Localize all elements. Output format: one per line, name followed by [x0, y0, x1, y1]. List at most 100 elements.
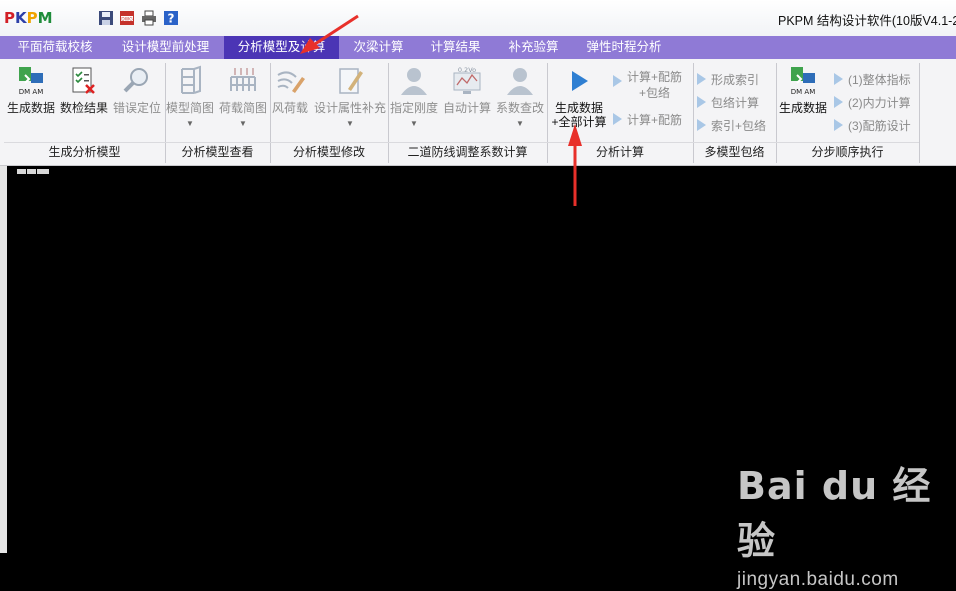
compute-reinforce-envelope-line1: 计算+配筋: [627, 70, 683, 84]
design-attr-dropdown-icon[interactable]: ▼: [312, 117, 388, 131]
envelope-compute-label: 包络计算: [711, 96, 760, 110]
group-generate-model-label: 生成分析模型: [4, 142, 165, 161]
group-multi-model-label: 多模型包络: [693, 142, 776, 161]
form-index-label: 形成索引: [711, 73, 760, 87]
overall-index-label: (1)整体指标: [848, 73, 911, 87]
coef-query-label: 系数查改: [495, 101, 544, 115]
auto-compute-button[interactable]: 0.2Vo 自动计算: [441, 65, 493, 115]
generate-data-label: 生成数据: [6, 101, 55, 115]
error-locate-label: 错误定位: [112, 101, 161, 115]
tab-design-model-preprocess[interactable]: 设计模型前处理: [108, 36, 223, 59]
generate-data-all-compute-button[interactable]: 生成数据 +全部计算: [549, 65, 609, 129]
play-small-icon: [697, 96, 706, 108]
play-icon: [572, 71, 588, 91]
load-sketch-dropdown-icon[interactable]: ▼: [217, 117, 269, 131]
step-generate-data-label: 生成数据: [778, 101, 827, 115]
error-locate-button[interactable]: 错误定位: [111, 65, 163, 115]
monitor-graph-icon: 0.2Vo: [453, 66, 481, 94]
group-model-modify: 风荷载 设计属性补充 ▼ 分析模型修改: [270, 63, 389, 163]
coef-query-button[interactable]: 系数查改 ▼: [494, 65, 546, 131]
step-generate-data-button[interactable]: DM AM 生成数据: [776, 65, 830, 115]
window-title: PKPM 结构设计软件(10版V4.1-2: [778, 14, 956, 28]
help-icon[interactable]: ?: [163, 10, 179, 26]
design-attr-supplement-button[interactable]: 设计属性补充 ▼: [312, 65, 388, 131]
person-icon: [401, 68, 427, 95]
canvas-view-tabs[interactable]: [17, 169, 49, 174]
ribbon-tab-bar: 平面荷载校核 设计模型前处理 分析模型及计算 次梁计算 计算结果 补充验算 弹性…: [0, 36, 956, 59]
play-small-icon: [834, 119, 843, 131]
svg-text:DWG: DWG: [121, 17, 133, 23]
generate-data-label-line1: 生成数据: [554, 101, 603, 115]
document-edit-icon: [339, 68, 363, 94]
tab-secondary-beam[interactable]: 次梁计算: [341, 36, 416, 59]
reinforce-design-button[interactable]: (3)配筋设计: [834, 117, 911, 134]
load-frame-icon: [230, 68, 256, 91]
play-small-icon: [834, 96, 843, 108]
group-second-defense: 指定刚度 ▼ 0.2Vo 自动计算 系数查改 ▼ 二道防线调整系数计算: [388, 63, 548, 163]
compute-reinforce-envelope-button[interactable]: 计算+配筋 +包络: [613, 69, 682, 101]
index-envelope-button[interactable]: 索引+包络: [697, 117, 766, 134]
wind-load-button[interactable]: 风荷载: [270, 65, 310, 115]
checklist-icon: [72, 67, 95, 94]
coef-query-dropdown-icon[interactable]: ▼: [494, 117, 546, 131]
internal-force-label: (2)内力计算: [848, 96, 911, 110]
group-multi-model-envelope: 形成索引 包络计算 索引+包络 多模型包络: [693, 63, 777, 163]
tab-supplement-check[interactable]: 补充验算: [496, 36, 571, 59]
watermark-brand: Bai du 经验: [737, 464, 932, 563]
index-envelope-label: 索引+包络: [711, 119, 767, 133]
view-tab[interactable]: [27, 169, 36, 174]
view-tab[interactable]: [17, 169, 26, 174]
group-model-view-label: 分析模型查看: [165, 142, 270, 161]
envelope-compute-button[interactable]: 包络计算: [697, 94, 759, 111]
form-index-button[interactable]: 形成索引: [697, 71, 759, 88]
data-check-result-button[interactable]: 数检结果: [59, 65, 109, 115]
play-small-icon: [697, 119, 706, 131]
person-icon: [507, 68, 533, 95]
compute-reinforce-envelope-line2: +包络: [639, 86, 671, 100]
pkpm-logo: PKPM: [4, 9, 53, 27]
frame-model-icon: [181, 65, 201, 94]
tab-analysis-model-compute[interactable]: 分析模型及计算: [224, 36, 339, 59]
watermark-url: jingyan.baidu.com: [737, 569, 899, 590]
all-compute-label-line2: +全部计算: [551, 115, 607, 129]
reinforce-design-label: (3)配筋设计: [848, 119, 911, 133]
model-sketch-button[interactable]: 模型简图 ▼: [165, 65, 215, 131]
group-analysis-compute: 生成数据 +全部计算 计算+配筋 +包络 计算+配筋 分析计算: [547, 63, 694, 163]
dwg-export-icon[interactable]: DWG: [119, 10, 135, 26]
internal-force-button[interactable]: (2)内力计算: [834, 94, 911, 111]
group-analysis-compute-label: 分析计算: [547, 142, 693, 161]
assign-stiffness-button[interactable]: 指定刚度 ▼: [388, 65, 440, 131]
generate-data-button[interactable]: DM AM 生成数据: [6, 65, 56, 115]
group-generate-model: DM AM 生成数据 数检结果 错误定位 生成分析模型: [4, 63, 166, 163]
group-stepwise-label: 分步顺序执行: [776, 142, 919, 161]
play-small-icon: [834, 73, 843, 85]
data-check-result-label: 数检结果: [59, 101, 108, 115]
svg-text:DM AM: DM AM: [19, 88, 43, 96]
compute-reinforce-button[interactable]: 计算+配筋: [613, 111, 682, 128]
svg-text:?: ?: [168, 12, 175, 26]
title-bar: PKPM DWG ? PKPM 结构设计软件(10版V4.1-2: [0, 0, 956, 37]
baidu-watermark: Bai du 经验 jingyan.baidu.com: [737, 455, 956, 591]
play-small-icon: [613, 75, 622, 87]
group-model-modify-label: 分析模型修改: [270, 142, 388, 161]
magnifier-icon: [123, 68, 148, 93]
overall-index-button[interactable]: (1)整体指标: [834, 71, 911, 88]
assign-stiffness-dropdown-icon[interactable]: ▼: [388, 117, 440, 131]
save-icon[interactable]: [98, 10, 114, 26]
tab-plane-load-check[interactable]: 平面荷载校核: [9, 36, 101, 59]
dm-am-icon: DM AM: [19, 67, 43, 96]
play-small-icon: [613, 113, 622, 125]
view-tab[interactable]: [37, 169, 49, 174]
group-model-view: 模型简图 ▼ 荷载简图 ▼ 分析模型查看: [165, 63, 271, 163]
load-sketch-button[interactable]: 荷载简图 ▼: [217, 65, 269, 131]
model-sketch-dropdown-icon[interactable]: ▼: [165, 117, 215, 131]
tab-results[interactable]: 计算结果: [418, 36, 493, 59]
model-sketch-label: 模型简图: [165, 101, 214, 115]
print-icon[interactable]: [141, 10, 157, 26]
compute-reinforce-label: 计算+配筋: [627, 113, 683, 127]
load-sketch-label: 荷载简图: [218, 101, 267, 115]
design-attr-supplement-label: 设计属性补充: [313, 101, 386, 115]
svg-text:DM AM: DM AM: [791, 88, 815, 96]
tab-elastic-time-history[interactable]: 弹性时程分析: [575, 36, 673, 59]
wind-load-label: 风荷载: [271, 101, 308, 115]
